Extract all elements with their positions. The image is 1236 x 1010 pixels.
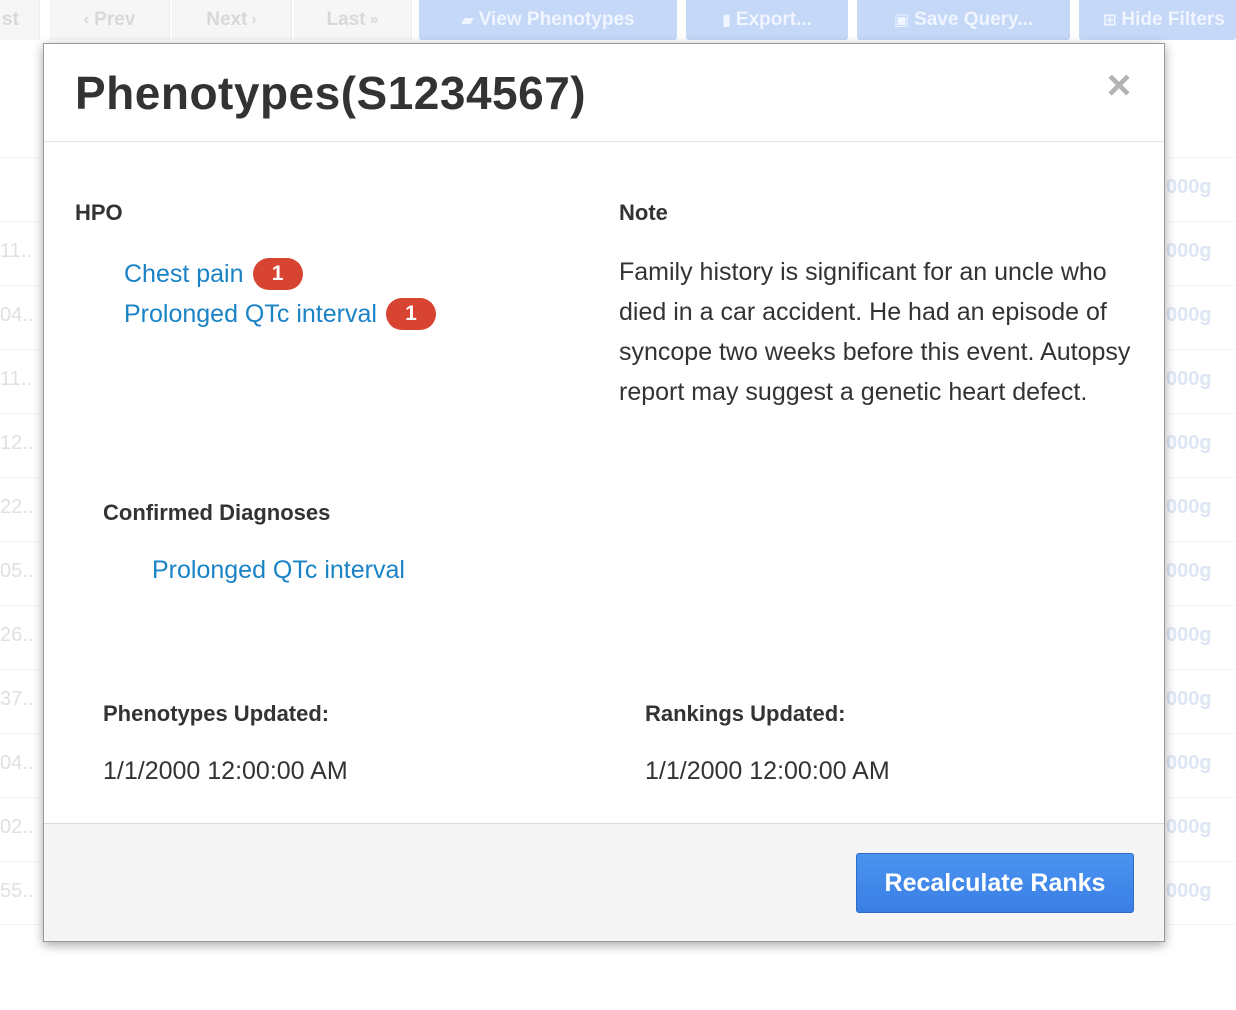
- confirmed-diagnosis-link[interactable]: Prolonged QTc interval: [152, 556, 405, 585]
- hpo-list: Chest pain 1 Prolonged QTc interval 1: [124, 254, 436, 334]
- phenotypes-modal: Phenotypes(S1234567) × HPO Chest pain 1 …: [43, 43, 1165, 942]
- note-heading: Note: [619, 200, 668, 225]
- phenotypes-updated-value: 1/1/2000 12:00:00 AM: [103, 757, 348, 785]
- list-item: Prolonged QTc interval 1: [124, 294, 436, 334]
- hpo-heading: HPO: [75, 200, 123, 225]
- note-text: Family history is significant for an unc…: [619, 258, 1131, 406]
- rankings-updated-label: Rankings Updated:: [645, 701, 846, 726]
- phenotypes-updated-label: Phenotypes Updated:: [103, 701, 330, 726]
- hpo-term-link[interactable]: Chest pain: [124, 260, 244, 289]
- recalculate-ranks-button[interactable]: Recalculate Ranks: [856, 853, 1134, 913]
- confirmed-diagnoses-heading: Confirmed Diagnoses: [103, 500, 331, 525]
- close-icon[interactable]: ×: [1102, 64, 1136, 106]
- hpo-term-link[interactable]: Prolonged QTc interval: [124, 300, 377, 329]
- list-item: Chest pain 1: [124, 254, 436, 294]
- modal-header: Phenotypes(S1234567) ×: [44, 44, 1164, 142]
- count-badge: 1: [252, 258, 303, 290]
- count-badge: 1: [385, 298, 436, 330]
- modal-footer: Recalculate Ranks: [44, 823, 1164, 941]
- rankings-updated-value: 1/1/2000 12:00:00 AM: [645, 757, 890, 785]
- modal-title: Phenotypes(S1234567): [75, 67, 587, 119]
